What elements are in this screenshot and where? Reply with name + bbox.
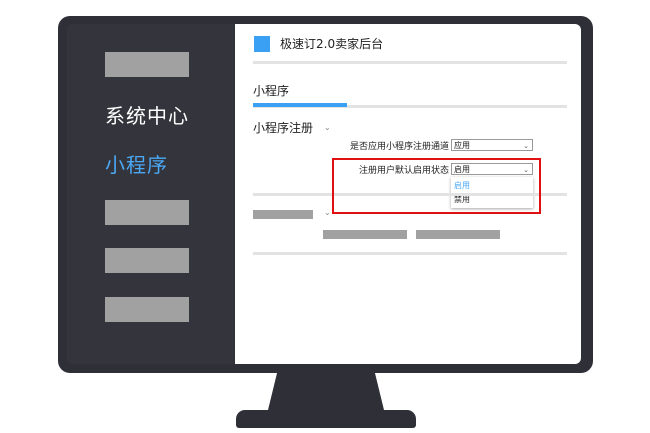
tab-mini-program[interactable]: 小程序 xyxy=(253,82,289,99)
channel-select-chevron-down-icon: ⌄ xyxy=(523,142,529,150)
app-logo-icon xyxy=(254,36,270,52)
tab-active-indicator xyxy=(253,103,347,107)
sidebar-placeholder-1 xyxy=(105,200,189,225)
section-chevron-down-icon[interactable]: ⌄ xyxy=(324,123,331,132)
section-title[interactable]: 小程序注册 xyxy=(253,119,313,136)
collapsed-section-chevron-down-icon[interactable]: ⌄ xyxy=(324,208,331,217)
sidebar-placeholder-2 xyxy=(105,248,189,273)
channel-select[interactable]: 应用 ⌄ xyxy=(451,139,533,151)
sidebar-placeholder-3 xyxy=(105,297,189,322)
collapsed-section-placeholder xyxy=(253,210,313,219)
sidebar-item-system-center[interactable]: 系统中心 xyxy=(105,100,189,129)
annotation-highlight-box xyxy=(332,158,541,214)
monitor-base xyxy=(236,410,416,428)
app-title: 极速订2.0卖家后台 xyxy=(280,37,384,51)
sidebar-placeholder-top xyxy=(105,52,189,77)
placeholder-bar-1 xyxy=(323,230,407,239)
header-divider xyxy=(253,61,567,64)
placeholder-bar-2 xyxy=(416,230,500,239)
bottom-divider xyxy=(253,252,567,255)
monitor-neck xyxy=(268,372,384,410)
setting-label-channel: 是否应用小程序注册通道 xyxy=(349,142,449,152)
main-panel: 极速订2.0卖家后台 小程序 小程序注册 ⌄ 是否应用小程序注册通道 应用 ⌄ … xyxy=(235,24,581,364)
sidebar-item-mini-program[interactable]: 小程序 xyxy=(105,149,168,178)
channel-select-value: 应用 xyxy=(454,141,470,150)
